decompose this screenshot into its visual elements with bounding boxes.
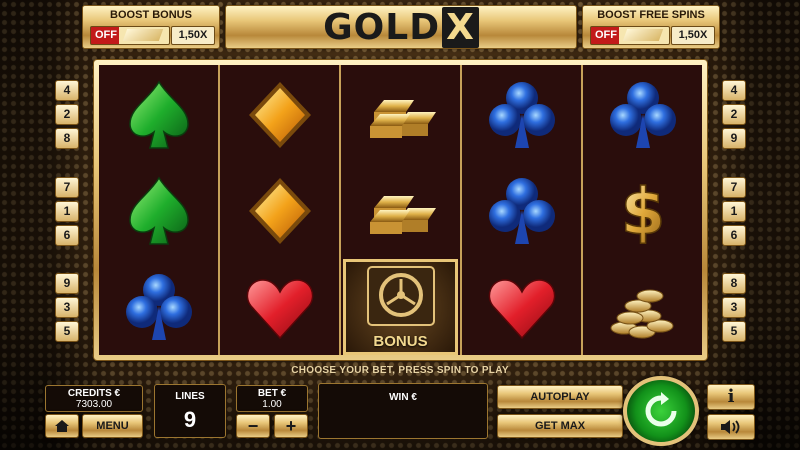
blue-club-symbol (99, 259, 218, 355)
game-logo: GOLD X (225, 5, 577, 49)
sound-button[interactable] (707, 414, 755, 440)
blue-club-icon (488, 178, 555, 244)
gold-bars-symbol (341, 163, 460, 259)
bonus-symbol: BONUS (343, 259, 458, 355)
info-button[interactable]: i (707, 384, 755, 410)
payline-number[interactable]: 3 (55, 297, 79, 318)
credits-label: CREDITS € (67, 388, 121, 399)
green-spade-icon (128, 80, 189, 149)
gold-dollar-symbol: $ (583, 163, 702, 259)
blue-club-icon (488, 82, 555, 148)
payline-number[interactable]: 2 (55, 104, 79, 125)
reels-frame: BONUS $ (93, 59, 708, 361)
gold-coins-icon (610, 289, 673, 339)
lines-display: LINES 9 (154, 384, 226, 438)
gold-bars-icon (369, 196, 436, 234)
blue-club-symbol (462, 163, 581, 259)
gold-bars-symbol (341, 67, 460, 163)
speaker-icon (721, 420, 740, 434)
payline-number[interactable]: 5 (55, 321, 79, 342)
gold-dollar-icon: $ (619, 175, 665, 251)
payline-number[interactable]: 6 (722, 225, 746, 246)
boost-bonus-panel: BOOST BONUS OFF 1,50X (82, 5, 220, 49)
bet-plus-button[interactable]: + (274, 414, 308, 438)
game-screen: BOOST BONUS OFF 1,50X GOLD X BOOST FREE S… (0, 0, 800, 450)
payline-number[interactable]: 7 (55, 177, 79, 198)
bet-value: 1.00 (262, 399, 282, 410)
payline-number[interactable]: 9 (55, 273, 79, 294)
get-max-button[interactable]: GET MAX (497, 414, 623, 438)
svg-text:$: $ (620, 176, 665, 250)
autoplay-button[interactable]: AUTOPLAY (497, 385, 623, 409)
payline-number[interactable]: 8 (722, 273, 746, 294)
payline-number[interactable]: 7 (722, 177, 746, 198)
spin-arrow-icon (645, 392, 677, 427)
home-button[interactable] (45, 414, 79, 438)
payline-number[interactable]: 2 (722, 104, 746, 125)
payline-number[interactable]: 9 (722, 128, 746, 149)
home-icon (55, 420, 69, 432)
payline-number[interactable]: 4 (55, 80, 79, 101)
payline-number[interactable]: 8 (55, 128, 79, 149)
reel-2 (218, 65, 339, 355)
boost-free-spins-title: BOOST FREE SPINS (597, 9, 705, 21)
bonus-label: BONUS (373, 333, 428, 350)
reel-grid: BONUS $ (99, 65, 702, 355)
reel-1 (99, 65, 218, 355)
payline-number[interactable]: 6 (55, 225, 79, 246)
red-heart-symbol (220, 259, 339, 355)
boost-bonus-toggle[interactable]: OFF (90, 26, 170, 45)
reel-4 (460, 65, 581, 355)
gold-bars-icon (369, 100, 436, 138)
red-heart-icon (488, 279, 555, 340)
hint-text: CHOOSE YOUR BET, PRESS SPIN TO PLAY (291, 365, 509, 376)
logo-x: X (442, 6, 479, 48)
boost-bonus-title: BOOST BONUS (110, 9, 192, 21)
menu-button[interactable]: MENU (82, 414, 143, 438)
spin-button[interactable] (623, 376, 699, 446)
gold-coins-symbol (583, 259, 702, 355)
blue-club-symbol (462, 67, 581, 163)
payline-number[interactable]: 5 (722, 321, 746, 342)
blue-club-icon (609, 82, 676, 148)
credits-value: 7303.00 (75, 399, 113, 410)
boost-bonus-multiplier: 1,50X (171, 26, 215, 45)
red-heart-icon (246, 279, 313, 340)
blue-club-icon (125, 274, 192, 340)
green-spade-symbol (99, 163, 218, 259)
reel-3: BONUS (339, 65, 460, 355)
payline-number[interactable]: 4 (722, 80, 746, 101)
win-display: WIN € (318, 383, 488, 439)
lines-label: LINES (175, 391, 205, 402)
reel-5: $ (581, 65, 702, 355)
boost-free-spins-state: OFF (595, 29, 617, 41)
win-label: WIN € (389, 392, 417, 403)
payline-number[interactable]: 3 (722, 297, 746, 318)
boost-free-spins-multiplier: 1,50X (671, 26, 715, 45)
bet-minus-button[interactable]: − (236, 414, 270, 438)
logo-text: GOLD (323, 6, 441, 48)
orange-diamond-symbol (220, 67, 339, 163)
boost-free-spins-panel: BOOST FREE SPINS OFF 1,50X (582, 5, 720, 49)
green-spade-icon (128, 176, 189, 245)
payline-number[interactable]: 1 (55, 201, 79, 222)
boost-bonus-state: OFF (95, 29, 117, 41)
blue-club-symbol (583, 67, 702, 163)
orange-diamond-icon (248, 178, 311, 244)
orange-diamond-icon (248, 82, 311, 148)
green-spade-symbol (99, 67, 218, 163)
red-heart-symbol (462, 259, 581, 355)
lines-value: 9 (183, 407, 197, 432)
bet-label: BET € (257, 388, 287, 399)
bet-display: BET € 1.00 (236, 385, 308, 412)
payline-number[interactable]: 1 (722, 201, 746, 222)
orange-diamond-symbol (220, 163, 339, 259)
credits-display: CREDITS € 7303.00 (45, 385, 143, 412)
boost-free-spins-toggle[interactable]: OFF (590, 26, 670, 45)
